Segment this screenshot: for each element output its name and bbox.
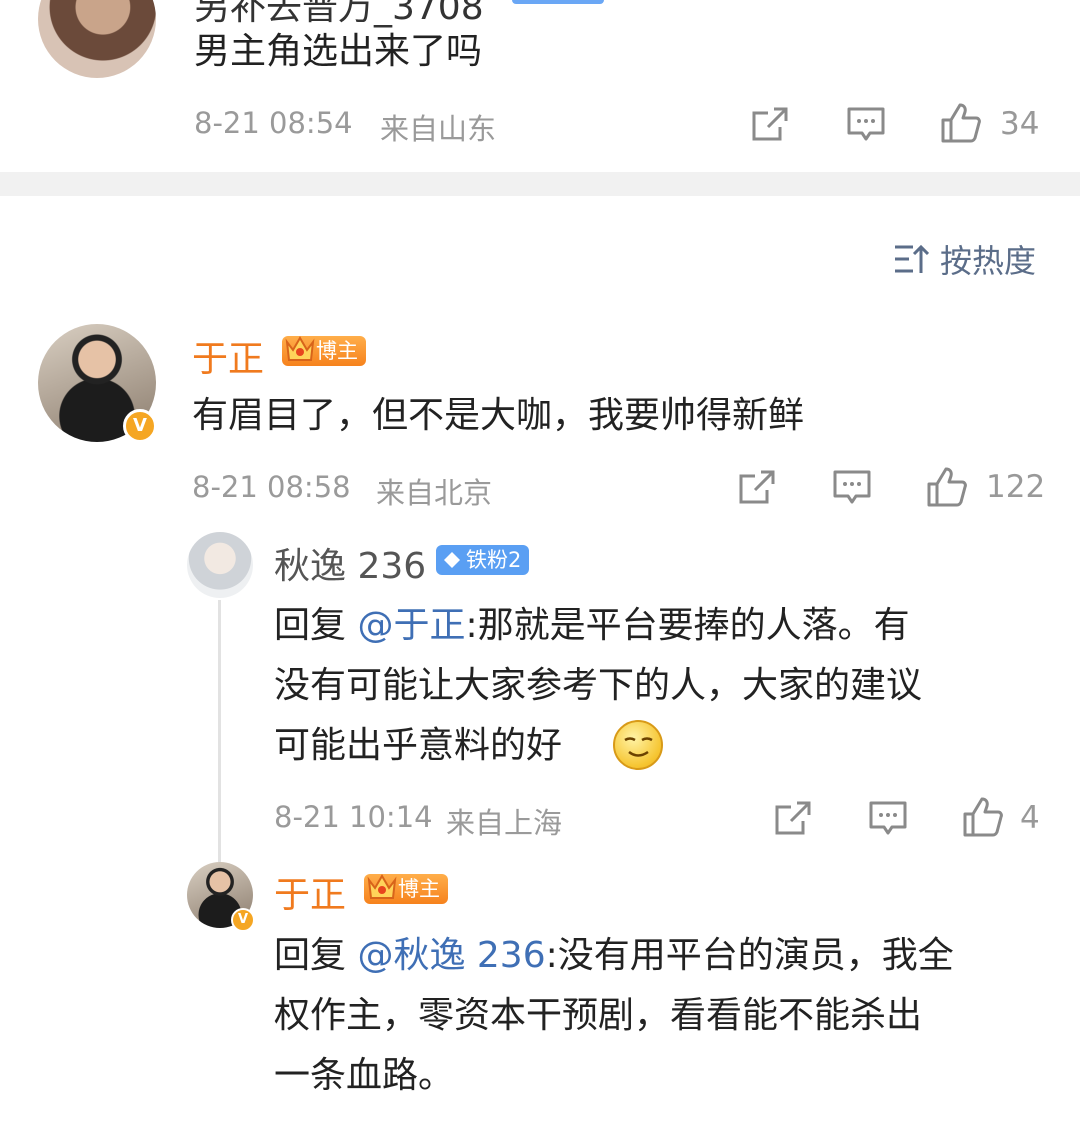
comment-icon[interactable] (832, 469, 872, 507)
badge-label: 铁粉2 (466, 548, 522, 572)
comment-time: 8-21 08:58 (192, 470, 351, 504)
like-count: 4 (1020, 800, 1040, 836)
badge-label: 博主 (316, 339, 358, 363)
reply-text-line-3: 一条血路。 (274, 1055, 455, 1096)
comment-text: 男主角选出来了吗 (194, 31, 483, 72)
sort-label[interactable]: 按热度 (940, 236, 1036, 282)
blogger-badge: 博主 (282, 336, 366, 366)
crown-icon (285, 336, 315, 361)
comment-location: 来自上海 (446, 806, 563, 840)
comment-location: 来自北京 (376, 476, 493, 510)
reply-text-line-2: 权作主，零资本干预剧，看看能不能杀出 (274, 995, 923, 1036)
comment-time: 8-21 10:14 (274, 800, 433, 834)
reply-text-line-3: 可能出乎意料的好 (274, 716, 562, 776)
reply-prefix: 回复 (274, 605, 358, 646)
like-count: 122 (986, 469, 1046, 505)
like-icon[interactable] (962, 796, 1004, 838)
user-badge (512, 0, 604, 4)
avatar[interactable] (187, 532, 253, 598)
mention-link[interactable]: @秋逸 236 (357, 935, 545, 976)
reply-text-line-1: 回复 @于正:那就是平台要捧的人落。有 (274, 596, 910, 656)
like-icon[interactable] (926, 466, 968, 508)
share-icon[interactable] (750, 105, 790, 145)
reply-text-line-2: 没有可能让大家参考下的人，大家的建议 (274, 665, 923, 706)
badge-label: 博主 (398, 877, 440, 901)
thread-line (218, 600, 221, 862)
reply-text: :那就是平台要捧的人落。有 (465, 605, 910, 646)
verified-badge: V (231, 908, 255, 932)
smile-emoji-icon (613, 720, 663, 770)
reply-text: :没有用平台的演员，我全 (545, 935, 954, 976)
reply-text: 可能出乎意料的好 (274, 725, 563, 766)
section-divider (0, 172, 1080, 196)
like-icon[interactable] (940, 102, 982, 144)
username[interactable]: 于正 (274, 866, 346, 918)
username[interactable]: 于正 (192, 330, 264, 382)
share-icon[interactable] (773, 799, 813, 839)
comment-icon[interactable] (846, 106, 886, 144)
comment-text: 有眉目了，但不是大咖，我要帅得新鲜 (192, 395, 805, 436)
reply-text-line-1: 回复 @秋逸 236:没有用平台的演员，我全 (274, 926, 954, 986)
diamond-icon (444, 552, 460, 568)
avatar[interactable] (38, 0, 156, 78)
verified-badge: V (123, 409, 157, 443)
like-count: 34 (1000, 106, 1040, 142)
share-icon[interactable] (737, 468, 777, 508)
mention-link[interactable]: @于正 (357, 605, 465, 646)
comment-location: 来自山东 (380, 112, 497, 146)
comment-icon[interactable] (868, 800, 908, 838)
username[interactable]: 秋逸 236 (274, 537, 426, 589)
blogger-badge: 博主 (364, 874, 448, 904)
fan-badge: 铁粉2 (436, 545, 530, 575)
comment-time: 8-21 08:54 (194, 106, 353, 140)
reply-prefix: 回复 (274, 935, 358, 976)
sort-icon[interactable] (893, 243, 929, 275)
crown-icon (367, 874, 397, 899)
